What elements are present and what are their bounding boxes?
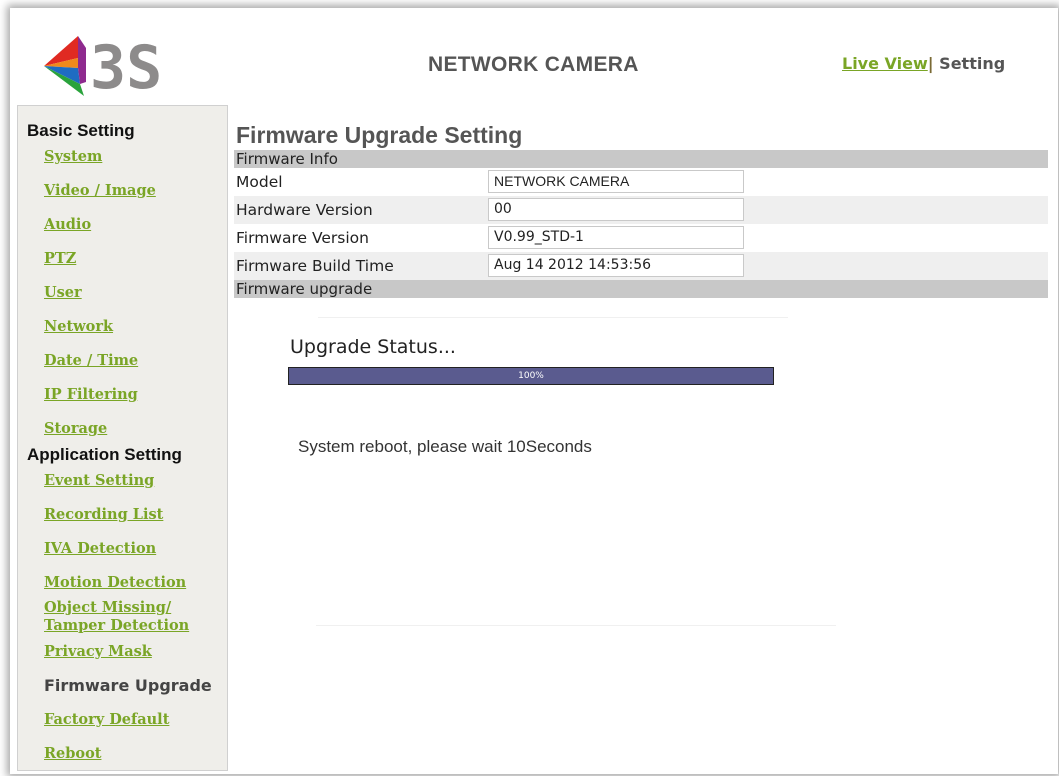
sidebar-item-recording-list[interactable]: Recording List bbox=[44, 507, 163, 523]
firmware-version-value: V0.99_STD-1 bbox=[488, 226, 744, 249]
build-time-value: Aug 14 2012 14:53:56 bbox=[488, 254, 744, 277]
info-row-hardware-version: Hardware Version 00 bbox=[234, 196, 1048, 224]
svg-text:3S: 3S bbox=[90, 33, 162, 96]
header-nav: Live View| Setting bbox=[842, 54, 1005, 73]
sidebar-item-audio[interactable]: Audio bbox=[44, 217, 91, 233]
sidebar-item-motion-detection[interactable]: Motion Detection bbox=[44, 575, 186, 591]
build-time-label: Firmware Build Time bbox=[236, 257, 394, 275]
sidebar-item-video-image[interactable]: Video / Image bbox=[44, 183, 156, 199]
sidebar: Basic Setting System Video / Image Audio… bbox=[17, 105, 228, 771]
main-content: Firmware Upgrade Setting Firmware Info M… bbox=[228, 105, 1058, 771]
sidebar-item-date-time[interactable]: Date / Time bbox=[44, 353, 138, 369]
model-label: Model bbox=[236, 173, 283, 191]
firmware-version-label: Firmware Version bbox=[236, 229, 369, 247]
sidebar-item-privacy-mask[interactable]: Privacy Mask bbox=[44, 644, 152, 660]
header-separator: | bbox=[927, 54, 934, 73]
sidebar-section-basic: Basic Setting bbox=[27, 121, 135, 140]
page-title: Firmware Upgrade Setting bbox=[236, 122, 523, 148]
upgrade-status-label: Upgrade Status... bbox=[290, 336, 456, 358]
sidebar-item-iva-detection[interactable]: IVA Detection bbox=[44, 541, 156, 557]
sidebar-item-system[interactable]: System bbox=[44, 149, 102, 165]
info-row-build-time: Firmware Build Time Aug 14 2012 14:53:56 bbox=[234, 252, 1048, 280]
firmware-info-header: Firmware Info bbox=[234, 150, 1048, 168]
header-title: NETWORK CAMERA bbox=[428, 53, 639, 76]
divider bbox=[318, 317, 788, 318]
sidebar-item-ip-filtering[interactable]: IP Filtering bbox=[44, 387, 138, 403]
sidebar-section-application: Application Setting bbox=[27, 445, 182, 464]
info-row-firmware-version: Firmware Version V0.99_STD-1 bbox=[234, 224, 1048, 252]
progress-text: 100% bbox=[518, 371, 544, 381]
sidebar-item-object-missing[interactable]: Object Missing/ bbox=[44, 600, 171, 616]
setting-link[interactable]: Setting bbox=[939, 54, 1005, 73]
app-frame: 3S NETWORK CAMERA Live View| Setting Bas… bbox=[10, 8, 1058, 774]
sidebar-item-factory-default[interactable]: Factory Default bbox=[44, 712, 169, 728]
hardware-version-label: Hardware Version bbox=[236, 201, 373, 219]
hardware-version-value: 00 bbox=[488, 198, 744, 221]
upgrade-progress-bar: 100% bbox=[288, 367, 774, 385]
firmware-upgrade-header: Firmware upgrade bbox=[234, 280, 1048, 298]
sidebar-item-event-setting[interactable]: Event Setting bbox=[44, 473, 154, 489]
reboot-message: System reboot, please wait 10Seconds bbox=[298, 437, 592, 456]
model-value: NETWORK CAMERA bbox=[488, 170, 744, 193]
info-row-model: Model NETWORK CAMERA bbox=[234, 168, 1048, 196]
sidebar-item-ptz[interactable]: PTZ bbox=[44, 251, 76, 267]
sidebar-item-network[interactable]: Network bbox=[44, 319, 113, 335]
divider bbox=[316, 625, 836, 626]
brand-logo: 3S bbox=[38, 22, 168, 103]
sidebar-item-storage[interactable]: Storage bbox=[44, 421, 107, 437]
sidebar-item-user[interactable]: User bbox=[44, 285, 82, 301]
sidebar-item-tamper-detection[interactable]: Tamper Detection bbox=[44, 618, 189, 634]
sidebar-item-reboot[interactable]: Reboot bbox=[44, 746, 101, 762]
header: 3S NETWORK CAMERA Live View| Setting bbox=[10, 8, 1058, 103]
live-view-link[interactable]: Live View bbox=[842, 54, 928, 73]
sidebar-item-firmware-upgrade[interactable]: Firmware Upgrade bbox=[44, 678, 212, 694]
